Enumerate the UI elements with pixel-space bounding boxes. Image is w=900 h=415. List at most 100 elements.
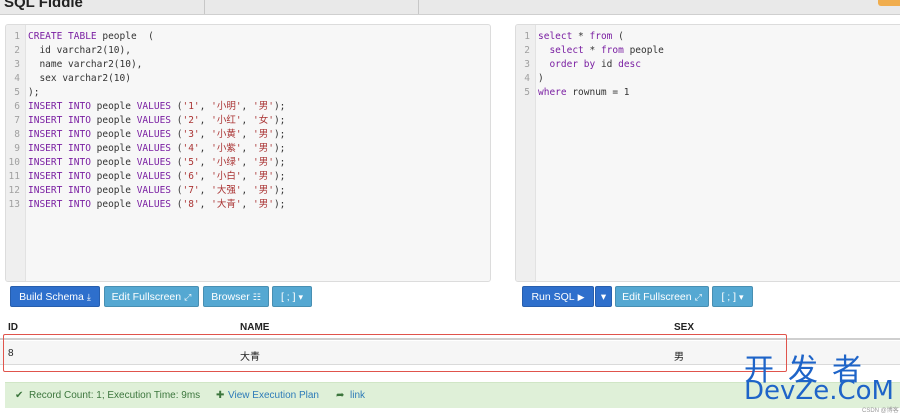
- code-text: ): [534, 72, 544, 86]
- code-line: 2 id varchar2(10),: [6, 44, 490, 58]
- sql-string: '小明': [211, 101, 242, 112]
- sql-token: );: [28, 87, 40, 98]
- sql-string: '2': [182, 115, 200, 126]
- code-text: INSERT INTO people VALUES ('7', '大强', '男…: [24, 184, 285, 198]
- sql-string: '男': [253, 143, 274, 154]
- top-navbar: SQL Fiddle: [0, 0, 900, 15]
- column-header-name: NAME: [240, 322, 270, 333]
- run-sql-button[interactable]: Run SQL ▶: [522, 286, 594, 307]
- sql-token: );: [273, 171, 286, 182]
- sql-string: '男': [253, 199, 274, 210]
- notification-badge[interactable]: [878, 0, 900, 6]
- code-line: 1 CREATE TABLE people (: [6, 30, 490, 44]
- expand-icon: ⤢: [694, 292, 702, 302]
- code-line: 4 sex varchar2(10): [6, 72, 490, 86]
- nav-separator: [204, 0, 205, 14]
- sql-token: );: [273, 199, 286, 210]
- sql-token: ,: [241, 101, 253, 112]
- sql-keyword: VALUES: [136, 143, 172, 154]
- sql-token: ,: [241, 143, 253, 154]
- sql-token: sex varchar2(10): [28, 73, 131, 84]
- sql-string: '3': [182, 129, 200, 140]
- line-number: 6: [14, 101, 20, 112]
- sql-string: '7': [182, 185, 200, 196]
- sql-token: (: [171, 171, 183, 182]
- sql-string: '男': [253, 101, 274, 112]
- sql-string: '1': [182, 101, 200, 112]
- sql-string: '女': [253, 115, 274, 126]
- sql-token: );: [273, 143, 286, 154]
- share-icon: ➦: [336, 390, 345, 401]
- sql-keyword: CREATE TABLE: [28, 31, 97, 42]
- code-line: 10 INSERT INTO people VALUES ('5', '小绿', …: [6, 156, 490, 170]
- sql-token: ,: [241, 171, 253, 182]
- code-text: where rownum = 1: [534, 86, 630, 100]
- sql-token: people: [90, 129, 137, 140]
- sql-token: );: [273, 101, 286, 112]
- line-number: 5: [524, 87, 530, 98]
- sql-string: '男': [253, 185, 274, 196]
- sql-keyword: from: [600, 45, 624, 56]
- permalink[interactable]: link: [350, 383, 365, 409]
- app-brand[interactable]: SQL Fiddle: [4, 0, 83, 11]
- sql-string: '大强': [211, 185, 242, 196]
- sql-token: people: [90, 115, 137, 126]
- line-number: 1: [524, 31, 530, 42]
- line-number: 2: [524, 45, 530, 56]
- query-fullscreen-button[interactable]: Edit Fullscreen ⤢: [615, 286, 709, 307]
- watermark-english: DevZe.CoM: [744, 376, 894, 406]
- sql-token: ,: [241, 129, 253, 140]
- sql-keyword: INSERT INTO: [28, 115, 91, 126]
- check-icon: ✔: [15, 390, 24, 401]
- schema-code[interactable]: 1 CREATE TABLE people (2 id varchar2(10),…: [6, 30, 490, 212]
- line-number: 3: [524, 59, 530, 70]
- line-number: 5: [14, 87, 20, 98]
- sql-token: *: [583, 45, 601, 56]
- code-line: 8 INSERT INTO people VALUES ('3', '小黄', '…: [6, 128, 490, 142]
- code-line: 12 INSERT INTO people VALUES ('7', '大强', …: [6, 184, 490, 198]
- play-icon: ▶: [577, 292, 585, 302]
- sql-token: ,: [199, 143, 212, 154]
- sql-keyword: VALUES: [136, 157, 172, 168]
- sql-token: people: [90, 199, 137, 210]
- sql-keyword: select: [549, 45, 584, 56]
- sql-token: people (: [96, 31, 154, 42]
- view-execution-plan-link[interactable]: View Execution Plan: [228, 383, 319, 409]
- code-line: 3 order by id desc: [516, 58, 900, 72]
- line-number: 2: [14, 45, 20, 56]
- sql-token: people: [90, 143, 137, 154]
- sql-token: rownum = 1: [566, 87, 630, 98]
- query-editor[interactable]: 1 select * from (2 select * from people 3 …: [515, 24, 900, 282]
- sql-keyword: VALUES: [136, 199, 172, 210]
- sql-token: (: [171, 199, 183, 210]
- sql-string: '小黄': [211, 129, 242, 140]
- code-text: INSERT INTO people VALUES ('8', '大青', '男…: [24, 198, 285, 212]
- sql-token: (: [171, 129, 183, 140]
- code-line: 5);: [6, 86, 490, 100]
- sql-token: ): [538, 73, 544, 84]
- sql-keyword: VALUES: [136, 185, 172, 196]
- sql-token: (: [171, 157, 183, 168]
- sql-token: (: [171, 101, 183, 112]
- sql-token: ,: [199, 199, 212, 210]
- schema-editor[interactable]: 1 CREATE TABLE people (2 id varchar2(10),…: [5, 24, 491, 282]
- run-sql-dropdown[interactable]: ▾: [595, 286, 612, 307]
- code-line: 11 INSERT INTO people VALUES ('6', '小白', …: [6, 170, 490, 184]
- code-text: INSERT INTO people VALUES ('6', '小白', '男…: [24, 170, 285, 184]
- code-line: 1 select * from (: [516, 30, 900, 44]
- query-delimiter-dropdown[interactable]: [ ; ] ▾: [712, 286, 753, 307]
- sql-token: id: [595, 59, 619, 70]
- sql-string: '4': [182, 143, 200, 154]
- sql-token: ,: [199, 115, 212, 126]
- sql-string: '5': [182, 157, 200, 168]
- sql-token: ,: [241, 199, 253, 210]
- line-number: 9: [14, 143, 20, 154]
- sql-string: '小红': [211, 115, 242, 126]
- sql-string: '大青': [211, 199, 242, 210]
- sql-keyword: desc: [618, 59, 641, 70]
- query-code[interactable]: 1 select * from (2 select * from people 3 …: [516, 30, 900, 100]
- sql-keyword: VALUES: [136, 101, 172, 112]
- code-line: 13 INSERT INTO people VALUES ('8', '大青', …: [6, 198, 490, 212]
